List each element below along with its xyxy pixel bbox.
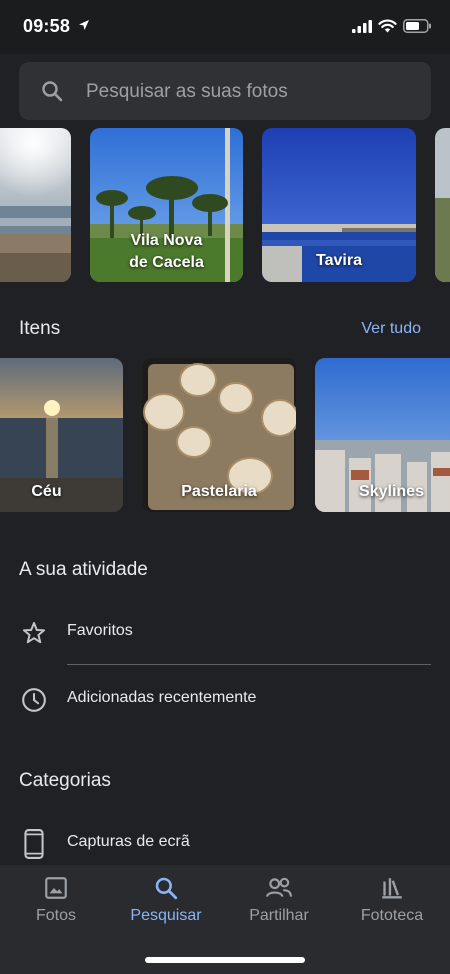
location-arrow-icon — [79, 20, 89, 30]
place-thumb-vila-nova-de-cacela[interactable]: Vila Nova de Cacela — [90, 128, 243, 282]
people-icon — [266, 877, 292, 897]
photo-icon — [45, 877, 67, 899]
nav-search[interactable]: Pesquisar — [110, 875, 222, 935]
see-all-link[interactable]: Ver tudo — [361, 320, 421, 338]
place-thumb-tavira[interactable]: Tavira — [262, 128, 416, 282]
item-label: Pastelaria — [181, 483, 257, 500]
screenshots-item[interactable]: Capturas de ecrã — [0, 815, 450, 871]
item-thumb-ceu[interactable]: Céu — [0, 358, 123, 512]
items-section-title: Itens — [19, 318, 61, 339]
item-label: Céu — [31, 483, 62, 500]
library-icon — [382, 878, 402, 899]
search-icon — [42, 81, 63, 102]
item-thumb-pastelaria[interactable]: Pastelaria — [142, 358, 296, 512]
items-carousel[interactable]: Céu Pastelaria Skylines — [0, 358, 450, 512]
screenshots-label: Capturas de ecrã — [67, 833, 190, 850]
search-bar[interactable]: Pesquisar as suas fotos — [19, 62, 431, 120]
search-icon — [155, 877, 178, 900]
categories-section-title: Categorias — [19, 770, 111, 791]
favorites-label: Favoritos — [67, 622, 133, 639]
nav-sharing[interactable]: Partilhar — [223, 875, 335, 935]
cellular-signal-icon — [352, 19, 372, 33]
divider — [67, 664, 431, 665]
nav-library[interactable]: Fototeca — [336, 875, 448, 935]
status-time: 09:58 — [23, 16, 71, 36]
wifi-icon — [378, 19, 397, 33]
partial-photo — [435, 128, 450, 282]
status-bar: 09:58 — [0, 0, 450, 54]
favorites-item[interactable]: Favoritos — [0, 604, 450, 660]
nav-photos[interactable]: Fotos — [0, 875, 112, 935]
home-indicator — [145, 957, 305, 963]
activity-section-title: A sua atividade — [19, 559, 148, 580]
nav-sharing-label: Partilhar — [249, 907, 309, 924]
status-icons — [352, 19, 432, 33]
nav-search-label: Pesquisar — [130, 907, 202, 924]
nav-photos-label: Fotos — [35, 907, 76, 924]
place-label: res — [0, 248, 71, 270]
recently-added-label: Adicionadas recentemente — [67, 689, 257, 706]
search-placeholder: Pesquisar as suas fotos — [86, 81, 288, 102]
battery-icon — [403, 19, 431, 33]
places-carousel[interactable]: res Vila Nova de Cacela — [0, 128, 450, 282]
item-label: Skylines — [359, 483, 424, 500]
star-icon — [22, 622, 46, 644]
place-label: Vila Nova de Cacela — [129, 232, 204, 271]
phone-icon — [24, 829, 44, 859]
place-thumb-beach[interactable]: res — [0, 128, 71, 282]
place-label: Tavira — [316, 252, 362, 269]
clock-icon — [22, 688, 46, 712]
nav-library-label: Fototeca — [360, 907, 424, 924]
place-thumb-partial[interactable] — [435, 128, 450, 282]
item-thumb-skylines[interactable]: Skylines — [315, 358, 450, 512]
recently-added-item[interactable]: Adicionadas recentemente — [0, 671, 450, 727]
